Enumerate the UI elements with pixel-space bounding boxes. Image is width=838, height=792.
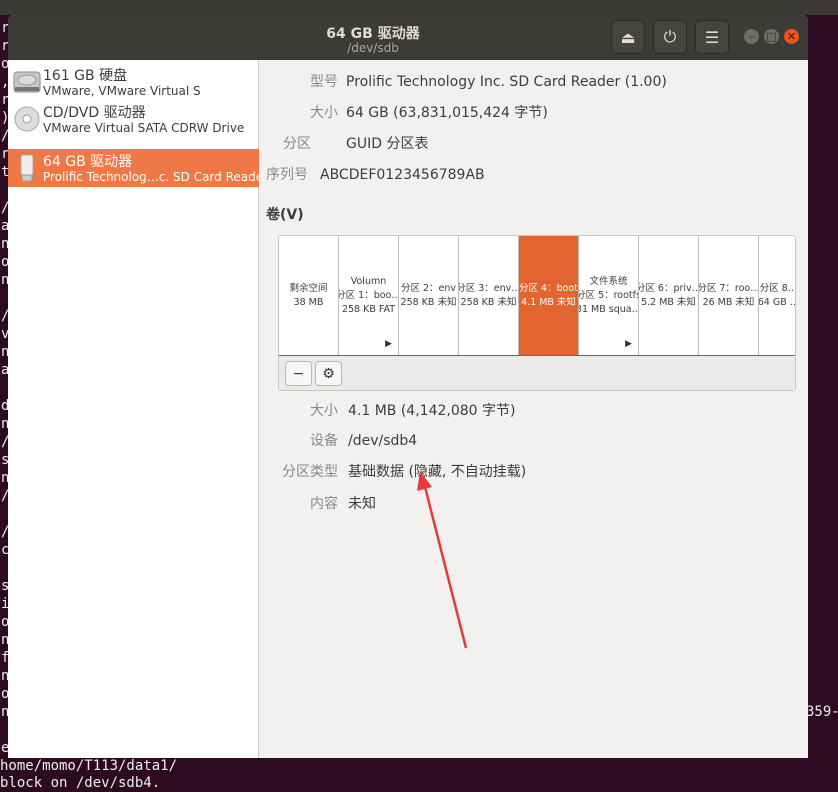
partition-size-value: 4.1 MB (4,142,080 字节)	[348, 403, 516, 419]
power-icon: ⏻	[663, 27, 677, 46]
volume-segment[interactable]: 分区 6：priv… 5.2 MB 未知	[639, 236, 699, 355]
expand-arrow-icon[interactable]: ▶	[385, 337, 392, 351]
partitioning-label: 分区	[283, 136, 311, 152]
segment-label: 26 MB 未知	[702, 296, 755, 308]
minimize-button[interactable]: –	[743, 28, 760, 45]
partition-type-label: 分区类型	[282, 464, 338, 480]
gears-icon: ⚙	[322, 365, 335, 382]
serial-row: 序列号 ABCDEF0123456789AB	[266, 164, 485, 184]
drive-item-hdd[interactable]: 161 GB 硬盘 VMware, VMware Virtual S	[8, 63, 259, 99]
segment-label: Volumn	[350, 275, 387, 287]
segment-label: 分区 6：priv…	[639, 282, 699, 294]
top-panel	[0, 0, 838, 15]
maximize-button[interactable]: □	[763, 28, 780, 45]
optical-disc-icon	[14, 106, 40, 132]
eject-icon: ⏏	[620, 27, 636, 47]
minimize-icon: –	[748, 30, 755, 43]
partition-options-button[interactable]: ⚙	[315, 361, 342, 386]
volume-segment[interactable]: Volumn 分区 1：boo… 258 KB FAT ▶	[339, 236, 399, 355]
segment-label: 5.2 MB 未知	[641, 296, 696, 308]
terminal-right-text: 359-	[806, 704, 838, 720]
drive-list: 161 GB 硬盘 VMware, VMware Virtual S CD/DV…	[8, 60, 259, 758]
partitioning-row: 分区 GUID 分区表	[266, 133, 428, 153]
volume-segment[interactable]: 分区 4：boot 4.1 MB 未知	[519, 236, 579, 355]
eject-button[interactable]: ⏏	[611, 20, 645, 54]
volume-segment[interactable]: 分区 8… 64 GB …	[759, 236, 796, 355]
drive-name: 161 GB 硬盘	[43, 68, 128, 84]
model-label: 型号	[310, 74, 338, 90]
volume-segment[interactable]: 分区 2：env 258 KB 未知	[399, 236, 459, 355]
hamburger-menu-icon: ☰	[704, 27, 720, 47]
menu-button[interactable]: ☰	[695, 20, 729, 54]
volumes-heading: 卷(V)	[266, 207, 304, 223]
contents-row: 内容 未知	[266, 493, 376, 513]
expand-arrow-icon[interactable]: ▶	[625, 337, 632, 351]
delete-partition-button[interactable]: −	[285, 361, 312, 386]
partition-size-label: 大小	[310, 403, 338, 419]
close-icon: ✕	[786, 30, 797, 43]
annotation-arrow	[417, 471, 468, 649]
segment-label: 分区 1：boo…	[339, 289, 399, 301]
segment-label: 38 MB	[293, 296, 324, 308]
volume-segment[interactable]: 文件系统分区 5：rootfs 31 MB squa… ▶	[579, 236, 639, 355]
drive-desc: Prolific Technolog…c. SD Card Reader	[43, 170, 259, 184]
partition-type-row: 分区类型 基础数据 (隐藏, 不自动挂载)	[266, 461, 526, 481]
drive-desc: VMware, VMware Virtual S	[43, 84, 201, 98]
model-row: 型号 Prolific Technology Inc. SD Card Reade…	[266, 71, 667, 91]
drive-name: CD/DVD 驱动器	[43, 105, 146, 121]
maximize-icon: □	[766, 30, 777, 43]
device-label: 设备	[310, 433, 338, 449]
device-row: 设备/dev/sdb4	[266, 430, 417, 450]
drive-name: 64 GB 驱动器	[43, 154, 133, 170]
title-bar: 64 GB 驱动器 /dev/sdb ⏏ ⏻ ☰ – □ ✕	[8, 15, 808, 60]
contents-label: 内容	[310, 496, 338, 512]
size-value: 64 GB (63,831,015,424 字节)	[346, 105, 548, 121]
drive-item-usb[interactable]: 64 GB 驱动器 Prolific Technolog…c. SD Card …	[8, 149, 259, 187]
partitioning-value: GUID 分区表	[346, 136, 429, 152]
drive-item-cdrom[interactable]: CD/DVD 驱动器 VMware Virtual SATA CDRW Driv…	[8, 100, 259, 138]
drive-desc: VMware Virtual SATA CDRW Drive	[43, 121, 245, 135]
close-button[interactable]: ✕	[783, 28, 800, 45]
serial-label: 序列号	[266, 167, 308, 183]
segment-label: 分区 8…	[759, 282, 796, 294]
segment-label: 分区 5：rootfs	[579, 289, 639, 301]
volume-map: 剩余空间 38 MB Volumn 分区 1：boo… 258 KB FAT ▶ 分区 2：…	[278, 235, 796, 391]
model-value: Prolific Technology Inc. SD Card Reader …	[346, 74, 667, 90]
disks-window: 64 GB 驱动器 /dev/sdb ⏏ ⏻ ☰ – □ ✕ 161 GB 硬盘…	[8, 15, 808, 758]
segment-label: 258 KB 未知	[460, 296, 517, 308]
volume-segment[interactable]: 剩余空间 38 MB	[279, 236, 339, 355]
size-label: 大小	[310, 105, 338, 121]
partition-size-row: 大小 4.1 MB (4,142,080 字节)	[266, 400, 515, 420]
usb-drive-icon	[20, 154, 34, 182]
hard-disk-icon	[13, 71, 41, 93]
serial-value: ABCDEF0123456789AB	[320, 167, 485, 183]
segment-label: 分区 7：roo…	[699, 282, 759, 294]
segment-label: 分区 2：env	[400, 282, 457, 294]
segment-label: 分区 3：env…	[459, 282, 519, 294]
terminal-bottom-text: home/momo/T113/data1/ block on /dev/sdb4…	[0, 758, 178, 791]
segment-label: 64 GB …	[759, 296, 795, 308]
volume-toolbar: − ⚙	[279, 355, 795, 390]
segment-label: 258 KB FAT	[341, 303, 396, 315]
volume-segment[interactable]: 分区 7：roo… 26 MB 未知	[699, 236, 759, 355]
device-value: /dev/sdb4	[348, 433, 418, 449]
segment-label: 4.1 MB 未知	[521, 296, 576, 308]
power-off-button[interactable]: ⏻	[653, 20, 687, 54]
segment-label: 31 MB squa…	[579, 303, 639, 315]
segment-label: 文件系统	[589, 275, 628, 287]
size-row: 大小 64 GB (63,831,015,424 字节)	[266, 102, 548, 122]
volume-segment[interactable]: 分区 3：env… 258 KB 未知	[459, 236, 519, 355]
minus-icon: −	[292, 365, 305, 382]
segment-label: 剩余空间	[289, 282, 328, 294]
segment-label: 258 KB 未知	[400, 296, 457, 308]
contents-value: 未知	[348, 496, 376, 512]
segment-label: 分区 4：boot	[519, 282, 578, 294]
